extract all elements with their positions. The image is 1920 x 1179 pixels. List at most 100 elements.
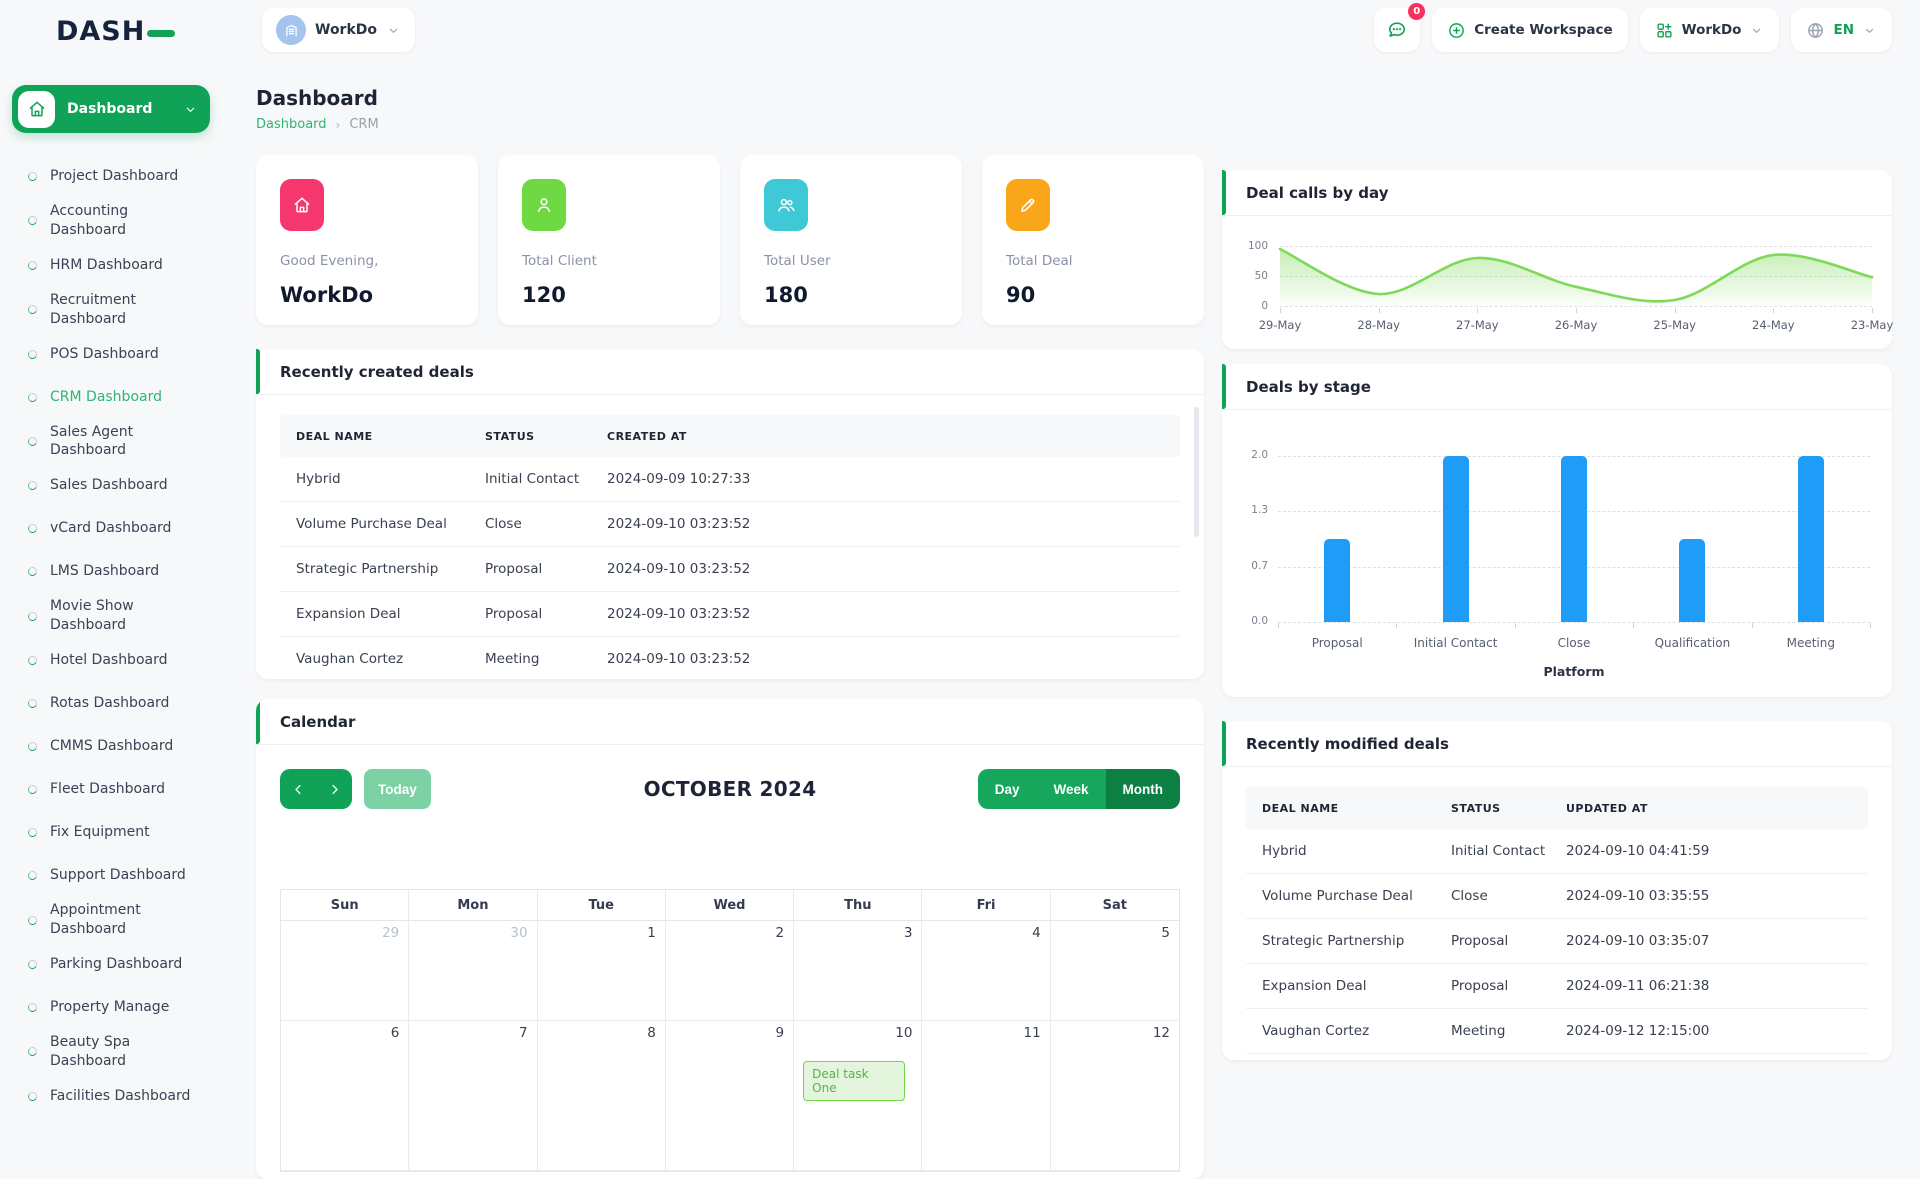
sidebar-item-hrm-dashboard[interactable]: HRM Dashboard — [0, 244, 235, 287]
messages-button[interactable]: 0 — [1374, 8, 1420, 52]
table-row[interactable]: Vaughan CortezMeeting2024-09-10 03:23:52 — [280, 637, 1180, 682]
calendar-day-2[interactable]: 2 — [666, 921, 794, 1021]
sidebar-item-fleet-dashboard[interactable]: Fleet Dashboard — [0, 768, 235, 811]
deal-calls-area-chart: 10050029-May28-May27-May26-May25-May24-M… — [1222, 216, 1892, 349]
table-row[interactable]: Expansion DealProposal2024-09-11 06:21:3… — [1246, 964, 1868, 1009]
sidebar-item-support-dashboard[interactable]: Support Dashboard — [0, 854, 235, 897]
sidebar-item-hotel-dashboard[interactable]: Hotel Dashboard — [0, 639, 235, 682]
create-workspace-label: Create Workspace — [1474, 22, 1612, 38]
axis-tick — [1752, 623, 1753, 628]
x-axis-tick-label: 27-May — [1456, 318, 1499, 332]
sidebar-item-lms-dashboard[interactable]: LMS Dashboard — [0, 550, 235, 593]
sidebar-item-fix-equipment[interactable]: Fix Equipment — [0, 811, 235, 854]
calendar-view-month-button[interactable]: Month — [1106, 769, 1180, 809]
sidebar-item-label: Beauty Spa Dashboard — [50, 1033, 202, 1071]
stat-label: Good Evening, — [280, 253, 454, 269]
calendar-day-3[interactable]: 3 — [794, 921, 922, 1021]
rocket-icon — [1006, 179, 1050, 231]
sidebar-item-facilities-dashboard[interactable]: Facilities Dashboard — [0, 1075, 235, 1118]
app-menu-button[interactable]: WorkDo — [1640, 8, 1780, 52]
calendar-day-29[interactable]: 29 — [281, 921, 409, 1021]
sidebar-item-recruitment-dashboard[interactable]: Recruitment Dashboard — [0, 287, 235, 333]
calendar-day-10[interactable]: 10Deal task One — [794, 1021, 922, 1171]
sidebar-item-dashboard-active[interactable]: Dashboard — [12, 85, 210, 133]
sidebar-item-parking-dashboard[interactable]: Parking Dashboard — [0, 943, 235, 986]
column-header: DEAL NAME — [1246, 802, 1435, 815]
table-cell: Initial Contact — [469, 471, 591, 487]
breadcrumb-dashboard-link[interactable]: Dashboard — [256, 117, 327, 132]
app-menu-label: WorkDo — [1682, 22, 1742, 38]
table-cell: 2024-09-10 03:23:52 — [591, 516, 1180, 532]
weekday-label: Thu — [794, 890, 922, 921]
table-row[interactable]: Expansion DealProposal2024-09-10 03:23:5… — [280, 592, 1180, 637]
card-title: Recently modified deals — [1222, 721, 1892, 767]
workspace-switcher[interactable]: WorkDo — [262, 8, 415, 52]
calendar-day-4[interactable]: 4 — [922, 921, 1050, 1021]
calendar-day-5[interactable]: 5 — [1051, 921, 1179, 1021]
table-cell: Proposal — [1435, 933, 1550, 949]
stat-value: WorkDo — [280, 283, 454, 307]
sidebar-item-label: Appointment Dashboard — [50, 901, 202, 939]
calendar-day-12[interactable]: 12 — [1051, 1021, 1179, 1171]
sidebar-item-pos-dashboard[interactable]: POS Dashboard — [0, 333, 235, 376]
sidebar-item-label: CRM Dashboard — [50, 388, 202, 407]
table-row[interactable]: Volume Purchase DealClose2024-09-10 03:3… — [1246, 874, 1868, 919]
table-cell: Meeting — [1435, 1023, 1550, 1039]
sidebar-item-label: Project Dashboard — [50, 167, 202, 186]
table-row[interactable]: Strategic PartnershipProposal2024-09-10 … — [280, 547, 1180, 592]
sidebar-item-accounting-dashboard[interactable]: Accounting Dashboard — [0, 198, 235, 244]
weekday-label: Mon — [409, 890, 537, 921]
sidebar-item-sales-dashboard[interactable]: Sales Dashboard — [0, 464, 235, 507]
sidebar-item-rotas-dashboard[interactable]: Rotas Dashboard — [0, 682, 235, 725]
calendar-day-11[interactable]: 11 — [922, 1021, 1050, 1171]
sidebar-item-property-manage[interactable]: Property Manage — [0, 986, 235, 1029]
table-row[interactable]: HybridInitial Contact2024-09-09 10:27:33 — [280, 457, 1180, 502]
stat-value: 90 — [1006, 283, 1180, 307]
table-row[interactable]: Volume Purchase DealClose2024-09-10 03:2… — [280, 502, 1180, 547]
scrollbar-thumb[interactable] — [1194, 407, 1199, 537]
calendar-view-day-button[interactable]: Day — [978, 769, 1037, 809]
table-row[interactable]: Vaughan CortezMeeting2024-09-12 12:15:00 — [1246, 1009, 1868, 1054]
day-number: 29 — [290, 925, 399, 941]
calendar-day-7[interactable]: 7 — [409, 1021, 537, 1171]
sidebar-item-project-dashboard[interactable]: Project Dashboard — [0, 155, 235, 198]
ring-icon — [27, 215, 38, 226]
calendar-event[interactable]: Deal task One — [803, 1061, 905, 1101]
sidebar-item-vcard-dashboard[interactable]: vCard Dashboard — [0, 507, 235, 550]
sidebar-item-crm-dashboard[interactable]: CRM Dashboard — [0, 376, 235, 419]
language-selector[interactable]: EN — [1791, 8, 1892, 52]
sidebar-item-cmms-dashboard[interactable]: CMMS Dashboard — [0, 725, 235, 768]
x-axis-tick-label: 26-May — [1555, 318, 1598, 332]
card-title: Recently created deals — [256, 349, 1204, 395]
sidebar-item-label: Support Dashboard — [50, 866, 202, 885]
sidebar-item-appointment-dashboard[interactable]: Appointment Dashboard — [0, 897, 235, 943]
chevron-down-icon — [183, 102, 198, 117]
sidebar-item-label: LMS Dashboard — [50, 562, 202, 581]
ring-icon — [27, 260, 38, 271]
calendar-day-8[interactable]: 8 — [538, 1021, 666, 1171]
sidebar-item-sales-agent-dashboard[interactable]: Sales Agent Dashboard — [0, 419, 235, 465]
calendar-day-9[interactable]: 9 — [666, 1021, 794, 1171]
table-row[interactable]: Strategic PartnershipProposal2024-09-10 … — [1246, 919, 1868, 964]
workspace-name: WorkDo — [315, 22, 377, 38]
table-row[interactable]: HybridInitial Contact2024-09-10 04:41:59 — [1246, 829, 1868, 874]
calendar-toolbar: OCTOBER 2024 Today DayWeekMonth — [280, 769, 1180, 809]
ring-icon — [27, 698, 38, 709]
calendar-view-week-button[interactable]: Week — [1036, 769, 1105, 809]
stat-cards-row: Good Evening, WorkDo Total Client 120 To… — [256, 155, 1204, 325]
column-header: STATUS — [1435, 802, 1550, 815]
ring-icon — [27, 611, 38, 622]
sidebar-item-label: POS Dashboard — [50, 345, 202, 364]
calendar-grid: SunMonTueWedThuFriSat 293012345678910Dea… — [280, 889, 1180, 1172]
ring-icon — [27, 655, 38, 666]
weekday-label: Tue — [538, 890, 666, 921]
calendar-day-30[interactable]: 30 — [409, 921, 537, 1021]
calendar-day-6[interactable]: 6 — [281, 1021, 409, 1171]
app-logo: DASH — [56, 16, 175, 47]
calendar-view-switcher: DayWeekMonth — [978, 769, 1180, 809]
create-workspace-button[interactable]: Create Workspace — [1432, 8, 1627, 52]
sidebar-item-movie-show-dashboard[interactable]: Movie Show Dashboard — [0, 593, 235, 639]
sidebar-item-beauty-spa-dashboard[interactable]: Beauty Spa Dashboard — [0, 1029, 235, 1075]
table-cell: Strategic Partnership — [280, 561, 469, 577]
calendar-day-1[interactable]: 1 — [538, 921, 666, 1021]
